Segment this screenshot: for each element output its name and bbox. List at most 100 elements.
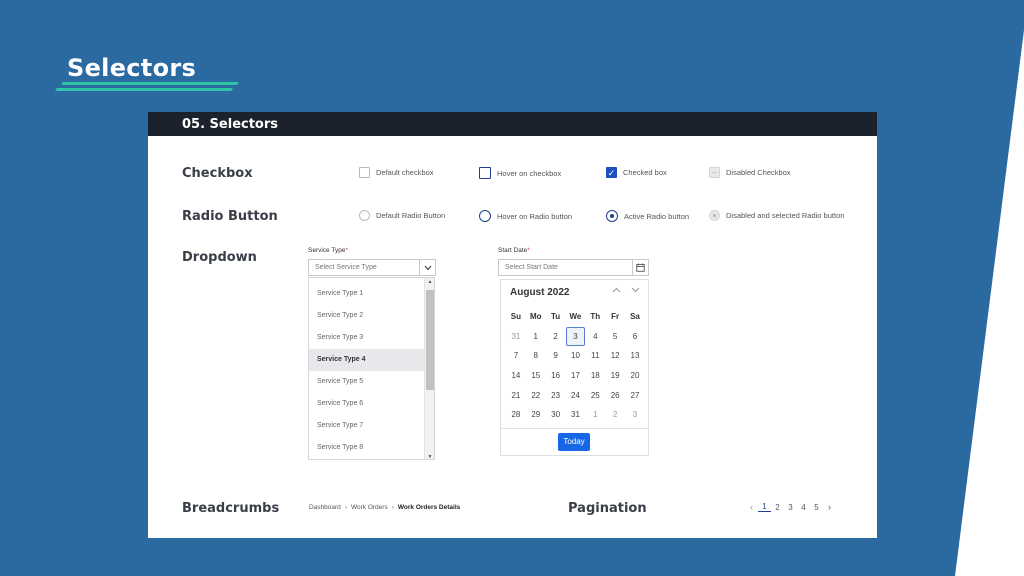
calendar-day[interactable]: 24 — [566, 391, 586, 400]
dropdown-option[interactable]: Service Type 2 — [309, 305, 434, 327]
weekday-label: Th — [590, 312, 601, 322]
chevron-up-icon[interactable] — [612, 285, 621, 295]
title-underline — [55, 88, 233, 91]
breadcrumb: Dashboard › Work Orders › Work Orders Detail… — [309, 504, 460, 511]
hover-checkbox[interactable]: Hover on checkbox — [479, 167, 561, 179]
calendar-day[interactable]: 14 — [506, 371, 526, 380]
calendar-icon[interactable] — [632, 260, 648, 275]
hover-radio[interactable]: Hover on Radio button — [479, 210, 572, 222]
radio-section-label: Radio Button — [182, 209, 278, 224]
radio-label: Active Radio button — [624, 211, 690, 221]
calendar-footer: Today — [501, 428, 648, 456]
dropdown-option[interactable]: Service Type 3 — [309, 327, 434, 349]
calendar-day[interactable]: 11 — [585, 351, 605, 360]
radio-circle[interactable] — [359, 210, 370, 221]
start-date-input[interactable]: Select Start Date — [498, 259, 649, 276]
dropdown-scrollbar[interactable]: ▲ ▼ — [424, 278, 434, 459]
minus-icon: – — [709, 167, 720, 178]
page-number[interactable]: 4 — [797, 503, 810, 512]
dropdown-option[interactable]: Service Type 8 — [309, 437, 434, 459]
page-number[interactable]: 5 — [810, 503, 823, 512]
calendar-day[interactable]: 2 — [605, 410, 625, 419]
radio-circle[interactable] — [479, 210, 491, 222]
field-label-text: Start Date — [498, 247, 528, 254]
calendar-day[interactable]: 19 — [605, 371, 625, 380]
calendar-day[interactable]: 8 — [526, 351, 546, 360]
calendar-day[interactable]: 3 — [625, 410, 645, 419]
chevron-down-icon[interactable] — [419, 260, 435, 275]
calendar-day[interactable]: 29 — [526, 410, 546, 419]
calendar-day[interactable]: 21 — [506, 391, 526, 400]
calendar-day[interactable]: 22 — [526, 391, 546, 400]
weekday-label: We — [569, 312, 582, 322]
default-checkbox[interactable]: Default checkbox — [359, 167, 434, 178]
calendar-day[interactable]: 20 — [625, 371, 645, 380]
checkbox-box[interactable] — [479, 167, 491, 179]
calendar-day[interactable]: 27 — [625, 391, 645, 400]
date-picker-calendar: August 2022 Su Mo Tu We Th Fr Sa 31 1 2 … — [500, 279, 649, 456]
calendar-day[interactable]: 2 — [546, 332, 566, 341]
today-button[interactable]: Today — [558, 433, 590, 451]
breadcrumb-item[interactable]: Work Orders — [351, 504, 388, 511]
dropdown-option[interactable]: Service Type 5 — [309, 371, 434, 393]
calendar-day[interactable]: 25 — [585, 391, 605, 400]
calendar-day-selected[interactable]: 3 — [565, 326, 586, 346]
calendar-day[interactable]: 10 — [566, 351, 586, 360]
scroll-up-icon[interactable]: ▲ — [425, 279, 434, 285]
radio-circle[interactable] — [606, 210, 618, 222]
pagination: ‹ 1 2 3 4 5 › — [745, 502, 836, 512]
calendar-weekday-row: Su Mo Tu We Th Fr Sa — [506, 307, 645, 327]
radio-circle — [709, 210, 720, 221]
chevron-down-icon[interactable] — [631, 285, 640, 295]
checkbox-box[interactable] — [359, 167, 370, 178]
chevron-right-icon: › — [391, 504, 394, 511]
active-radio[interactable]: Active Radio button — [606, 210, 689, 222]
dropdown-option[interactable]: Service Type 6 — [309, 393, 434, 415]
service-type-select[interactable]: Select Service Type — [308, 259, 436, 276]
calendar-day[interactable]: 12 — [605, 351, 625, 360]
calendar-day[interactable]: 5 — [605, 332, 625, 341]
service-type-label: Service Type* — [308, 247, 348, 254]
selectors-panel: 05. Selectors Checkbox Default checkbox … — [148, 112, 877, 538]
calendar-day[interactable]: 23 — [546, 391, 566, 400]
calendar-day[interactable]: 1 — [585, 410, 605, 419]
dropdown-option[interactable]: Service Type 1 — [309, 283, 434, 305]
calendar-week-row: 21 22 23 24 25 26 27 — [506, 385, 645, 405]
calendar-day[interactable]: 4 — [585, 332, 605, 341]
page-number[interactable]: 3 — [784, 503, 797, 512]
calendar-day[interactable]: 15 — [526, 371, 546, 380]
default-radio[interactable]: Default Radio Button — [359, 210, 445, 221]
breadcrumb-item[interactable]: Dashboard — [309, 504, 341, 511]
checkmark-icon[interactable]: ✓ — [606, 167, 617, 178]
weekday-label: Tu — [551, 312, 561, 322]
calendar-day[interactable]: 9 — [546, 351, 566, 360]
calendar-day[interactable]: 1 — [526, 332, 546, 341]
title-underline — [61, 82, 239, 85]
calendar-day[interactable]: 7 — [506, 351, 526, 360]
calendar-day[interactable]: 30 — [546, 410, 566, 419]
chevron-left-icon[interactable]: ‹ — [745, 502, 758, 512]
calendar-day[interactable]: 13 — [625, 351, 645, 360]
calendar-day[interactable]: 31 — [506, 332, 526, 341]
weekday-label: Su — [510, 312, 522, 322]
scroll-down-icon[interactable]: ▼ — [425, 454, 434, 459]
calendar-day[interactable]: 17 — [566, 371, 586, 380]
dropdown-section-label: Dropdown — [182, 250, 257, 265]
calendar-day[interactable]: 26 — [605, 391, 625, 400]
page-number-active[interactable]: 1 — [758, 502, 771, 512]
calendar-day[interactable]: 6 — [625, 332, 645, 341]
calendar-month-title: August 2022 — [510, 287, 570, 298]
calendar-day[interactable]: 18 — [585, 371, 605, 380]
scrollbar-thumb[interactable] — [426, 290, 434, 390]
checked-checkbox[interactable]: ✓ Checked box — [606, 167, 667, 178]
dropdown-option-highlighted[interactable]: Service Type 4 — [309, 349, 434, 371]
calendar-day[interactable]: 16 — [546, 371, 566, 380]
page-number[interactable]: 2 — [771, 503, 784, 512]
selected-day-text[interactable]: 3 — [565, 326, 585, 346]
required-mark: * — [345, 247, 348, 254]
chevron-right-icon[interactable]: › — [823, 502, 836, 512]
calendar-grid: Su Mo Tu We Th Fr Sa 31 1 2 3 4 5 6 7 8 … — [506, 307, 645, 425]
calendar-day[interactable]: 28 — [506, 410, 526, 419]
dropdown-option[interactable]: Service Type 7 — [309, 415, 434, 437]
calendar-day[interactable]: 31 — [566, 410, 586, 419]
